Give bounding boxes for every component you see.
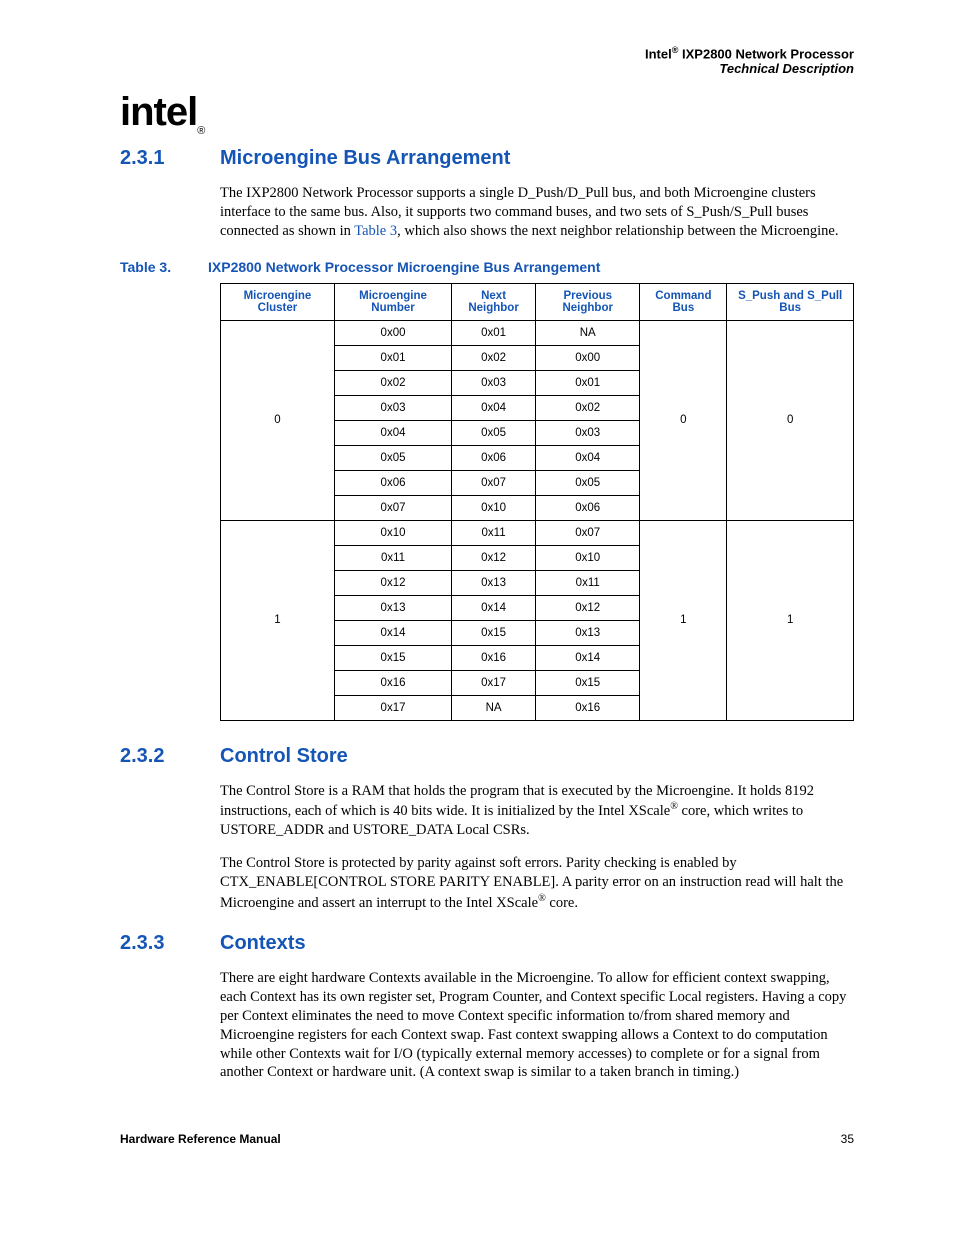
cell: 0x17 bbox=[452, 670, 536, 695]
cell: 0x11 bbox=[536, 570, 640, 595]
intel-logo: intel® bbox=[120, 90, 854, 137]
cell: 0x10 bbox=[536, 545, 640, 570]
cell: 0x14 bbox=[334, 620, 451, 645]
cell-cluster: 0 bbox=[221, 320, 335, 520]
cell: 0x14 bbox=[452, 595, 536, 620]
cell: 0x12 bbox=[536, 595, 640, 620]
cell: 0x16 bbox=[452, 645, 536, 670]
table-row: 00x000x01NA00 bbox=[221, 320, 854, 345]
bus-arrangement-table: Microengine Cluster Microengine Number N… bbox=[220, 283, 854, 721]
cell: 0x01 bbox=[334, 345, 451, 370]
header-product: IXP2800 Network Processor bbox=[678, 46, 854, 61]
cell: 0x11 bbox=[452, 520, 536, 545]
paragraph: There are eight hardware Contexts availa… bbox=[220, 969, 854, 1082]
cell: 0x06 bbox=[334, 470, 451, 495]
paragraph: The IXP2800 Network Processor supports a… bbox=[220, 184, 854, 241]
cell: 0x02 bbox=[536, 395, 640, 420]
cell: 0x05 bbox=[452, 420, 536, 445]
running-header: Intel® IXP2800 Network Processor Technic… bbox=[645, 45, 854, 76]
cell: 0x06 bbox=[536, 495, 640, 520]
section-number: 2.3.1 bbox=[120, 147, 220, 170]
col-header: Next Neighbor bbox=[452, 283, 536, 320]
header-brand: Intel bbox=[645, 46, 672, 61]
cell: 0x03 bbox=[452, 370, 536, 395]
col-header: Command Bus bbox=[640, 283, 727, 320]
cell-s-bus: 0 bbox=[727, 320, 854, 520]
cell: 0x15 bbox=[536, 670, 640, 695]
cell: 0x13 bbox=[536, 620, 640, 645]
cell: NA bbox=[536, 320, 640, 345]
cell: 0x00 bbox=[536, 345, 640, 370]
registered-icon: ® bbox=[197, 125, 205, 137]
cell-cmd-bus: 1 bbox=[640, 520, 727, 720]
cell: 0x07 bbox=[452, 470, 536, 495]
col-header: Microengine Number bbox=[334, 283, 451, 320]
section-title: Contexts bbox=[220, 932, 306, 955]
cell-cluster: 1 bbox=[221, 520, 335, 720]
section-2-3-2: 2.3.2 Control Store The Control Store is… bbox=[120, 745, 854, 913]
cell: 0x02 bbox=[452, 345, 536, 370]
col-header: Previous Neighbor bbox=[536, 283, 640, 320]
table-caption: Table 3.IXP2800 Network Processor Microe… bbox=[120, 259, 854, 275]
cell: 0x13 bbox=[334, 595, 451, 620]
col-header: Microengine Cluster bbox=[221, 283, 335, 320]
cell: 0x05 bbox=[334, 445, 451, 470]
cell: 0x01 bbox=[452, 320, 536, 345]
cell: 0x15 bbox=[334, 645, 451, 670]
cell-cmd-bus: 0 bbox=[640, 320, 727, 520]
cell: 0x11 bbox=[334, 545, 451, 570]
cell-s-bus: 1 bbox=[727, 520, 854, 720]
header-subtitle: Technical Description bbox=[645, 61, 854, 76]
cell: 0x13 bbox=[452, 570, 536, 595]
cell: 0x14 bbox=[536, 645, 640, 670]
cell: NA bbox=[452, 695, 536, 720]
section-number: 2.3.3 bbox=[120, 932, 220, 955]
cell: 0x10 bbox=[452, 495, 536, 520]
section-title: Control Store bbox=[220, 745, 348, 768]
col-header: S_Push and S_Pull Bus bbox=[727, 283, 854, 320]
cell: 0x06 bbox=[452, 445, 536, 470]
section-title: Microengine Bus Arrangement bbox=[220, 147, 510, 170]
cell: 0x12 bbox=[452, 545, 536, 570]
section-2-3-1: 2.3.1 Microengine Bus Arrangement The IX… bbox=[120, 147, 854, 721]
cell: 0x04 bbox=[536, 445, 640, 470]
cell: 0x04 bbox=[452, 395, 536, 420]
cell: 0x15 bbox=[452, 620, 536, 645]
cell: 0x17 bbox=[334, 695, 451, 720]
page-number: 35 bbox=[841, 1132, 854, 1146]
cell: 0x05 bbox=[536, 470, 640, 495]
cell: 0x03 bbox=[536, 420, 640, 445]
page-footer: Hardware Reference Manual 35 bbox=[120, 1132, 854, 1146]
section-2-3-3: 2.3.3 Contexts There are eight hardware … bbox=[120, 932, 854, 1082]
footer-title: Hardware Reference Manual bbox=[120, 1132, 281, 1146]
paragraph: The Control Store is a RAM that holds th… bbox=[220, 782, 854, 840]
cell: 0x16 bbox=[536, 695, 640, 720]
cell: 0x07 bbox=[334, 495, 451, 520]
paragraph: The Control Store is protected by parity… bbox=[220, 854, 854, 912]
cell: 0x03 bbox=[334, 395, 451, 420]
cell: 0x02 bbox=[334, 370, 451, 395]
registered-icon: ® bbox=[538, 893, 546, 904]
table-row: 10x100x110x0711 bbox=[221, 520, 854, 545]
cell: 0x04 bbox=[334, 420, 451, 445]
cell: 0x16 bbox=[334, 670, 451, 695]
cell: 0x07 bbox=[536, 520, 640, 545]
cell: 0x12 bbox=[334, 570, 451, 595]
table-link[interactable]: Table 3 bbox=[354, 223, 397, 239]
registered-icon: ® bbox=[670, 801, 678, 812]
cell: 0x01 bbox=[536, 370, 640, 395]
section-number: 2.3.2 bbox=[120, 745, 220, 768]
cell: 0x00 bbox=[334, 320, 451, 345]
cell: 0x10 bbox=[334, 520, 451, 545]
